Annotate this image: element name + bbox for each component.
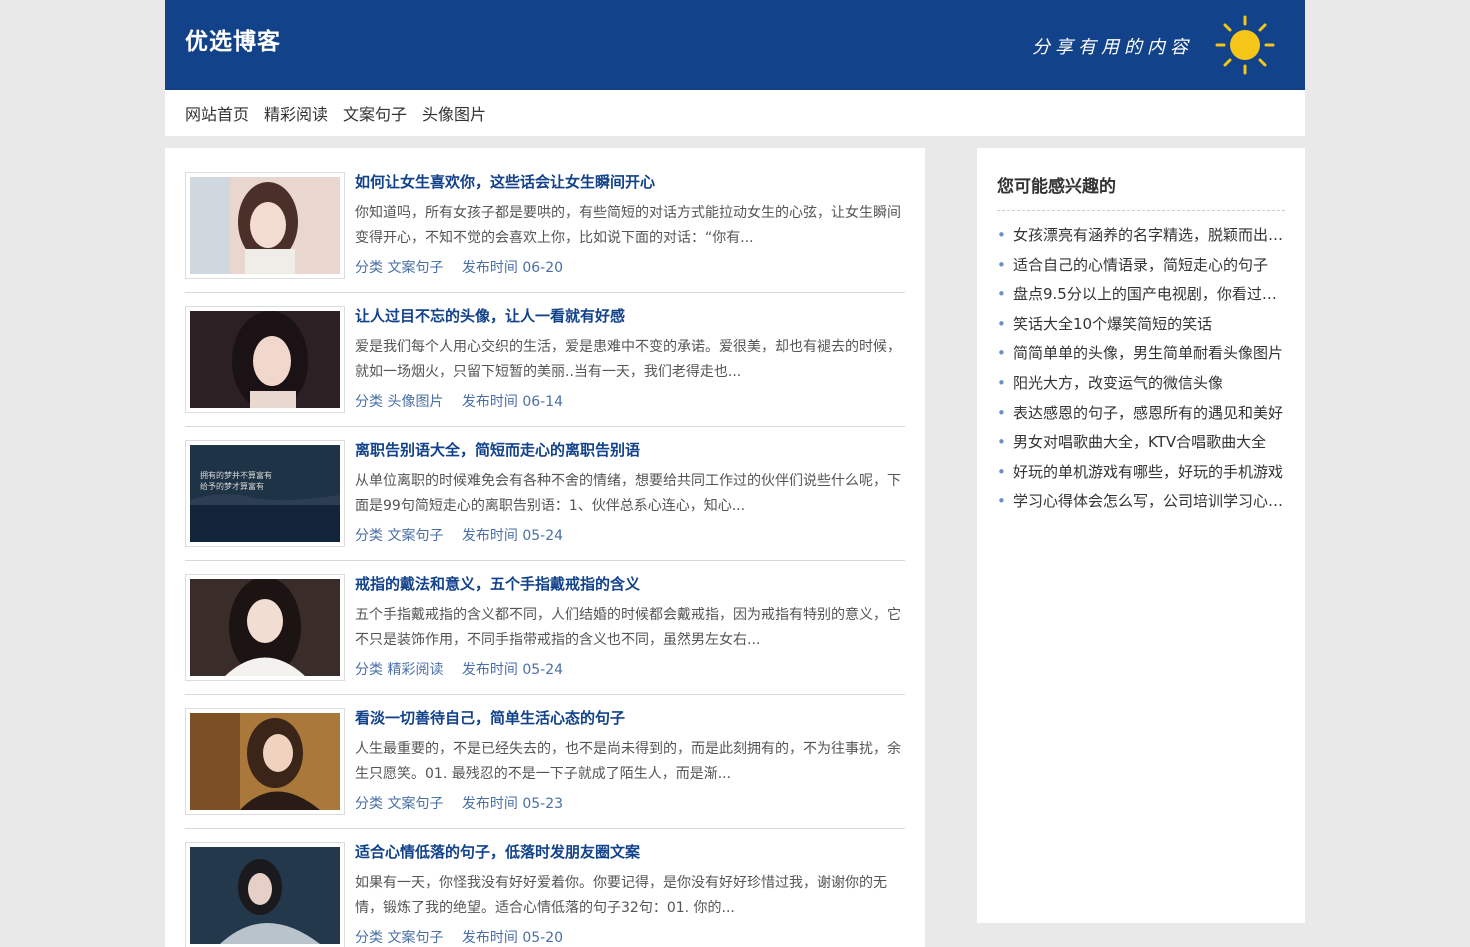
sun-icon [1215, 15, 1275, 75]
related-link[interactable]: 阳光大方，改变运气的微信头像 [1013, 374, 1223, 392]
related-item: 好玩的单机游戏有哪些，好玩的手机游戏 [997, 458, 1285, 488]
post-date: 发布时间 06-14 [461, 394, 564, 410]
related-link[interactable]: 好玩的单机游戏有哪些，好玩的手机游戏 [1013, 463, 1283, 481]
post-thumbnail[interactable] [185, 574, 345, 681]
sidebar: 您可能感兴趣的 女孩漂亮有涵养的名字精选，脱颖而出的女孩名字 适合自己的心情语录… [977, 148, 1305, 923]
post-excerpt: 如果有一天，你怪我没有好好爱着你。你要记得，是你没有好好珍惜过我，谢谢你的无情，… [355, 875, 887, 916]
site-slogan: 分享有用的内容 [1032, 37, 1193, 58]
portrait-image [190, 579, 340, 676]
post-thumbnail[interactable]: 拥有的梦并不算富有 给予的梦才算富有 [185, 440, 345, 547]
nav-avatars[interactable]: 头像图片 [422, 101, 486, 125]
site-header: 优选博客 分享有用的内容 [165, 0, 1305, 90]
related-link[interactable]: 适合自己的心情语录，简短走心的句子 [1013, 256, 1268, 274]
post-item: 看淡一切善待自己，简单生活心态的句子 人生最重要的，不是已经失去的，也不是尚未得… [185, 708, 905, 829]
post-title[interactable]: 看淡一切善待自己，简单生活心态的句子 [355, 709, 905, 727]
post-date: 发布时间 05-23 [461, 796, 564, 812]
nav-reading[interactable]: 精彩阅读 [264, 101, 328, 125]
post-thumbnail[interactable] [185, 842, 345, 947]
sidebar-title: 您可能感兴趣的 [997, 168, 1285, 211]
post-excerpt: 五个手指戴戒指的含义都不同，人们结婚的时候都会戴戒指，因为戒指有特别的意义，它不… [355, 607, 901, 648]
post-category[interactable]: 分类 文案句子 [355, 528, 443, 544]
related-item: 简简单单的头像，男生简单耐看头像图片 [997, 339, 1285, 369]
post-date: 发布时间 05-20 [461, 930, 564, 946]
post-category[interactable]: 分类 文案句子 [355, 260, 443, 276]
portrait-image [190, 847, 340, 944]
post-thumbnail[interactable] [185, 708, 345, 815]
post-date: 发布时间 06-20 [461, 260, 564, 276]
related-link[interactable]: 简简单单的头像，男生简单耐看头像图片 [1013, 344, 1283, 362]
nav-quotes[interactable]: 文案句子 [343, 101, 407, 125]
post-title[interactable]: 离职告别语大全，简短而走心的离职告别语 [355, 441, 905, 459]
related-item: 阳光大方，改变运气的微信头像 [997, 369, 1285, 399]
post-date: 发布时间 05-24 [461, 662, 564, 678]
portrait-image [190, 177, 340, 274]
post-item: 拥有的梦并不算富有 给予的梦才算富有 离职告别语大全，简短而走心的离职告别语 从… [185, 440, 905, 561]
nav-home[interactable]: 网站首页 [185, 101, 249, 125]
portrait-image [190, 311, 340, 408]
post-title[interactable]: 如何让女生喜欢你，这些话会让女生瞬间开心 [355, 173, 905, 191]
post-excerpt: 人生最重要的，不是已经失去的，也不是尚未得到的，而是此刻拥有的，不为往事扰，余生… [355, 741, 901, 782]
related-link[interactable]: 盘点9.5分以上的国产电视剧，你看过几部 [1013, 285, 1285, 303]
related-link[interactable]: 男女对唱歌曲大全，KTV合唱歌曲大全 [1013, 433, 1266, 451]
related-link[interactable]: 笑话大全10个爆笑简短的笑话 [1013, 315, 1212, 333]
post-date: 发布时间 05-24 [461, 528, 564, 544]
post-item: 如何让女生喜欢你，这些话会让女生瞬间开心 你知道吗，所有女孩子都是要哄的，有些简… [185, 172, 905, 293]
post-list: 如何让女生喜欢你，这些话会让女生瞬间开心 你知道吗，所有女孩子都是要哄的，有些简… [165, 148, 925, 947]
related-item: 学习心得体会怎么写，公司培训学习心得体会 [997, 487, 1285, 517]
post-item: 让人过目不忘的头像，让人一看就有好感 爱是我们每个人用心交织的生活，爱是患难中不… [185, 306, 905, 427]
thumb-caption-2: 给予的梦才算富有 [200, 481, 264, 491]
post-excerpt: 爱是我们每个人用心交织的生活，爱是患难中不变的承诺。爱很美，却也有褪去的时候，就… [355, 339, 901, 380]
post-item: 戒指的戴法和意义，五个手指戴戒指的含义 五个手指戴戒指的含义都不同，人们结婚的时… [185, 574, 905, 695]
main-nav: 网站首页 精彩阅读 文案句子 头像图片 [165, 90, 1305, 136]
post-category[interactable]: 分类 精彩阅读 [355, 662, 443, 678]
post-item: 适合心情低落的句子，低落时发朋友圈文案 如果有一天，你怪我没有好好爱着你。你要记… [185, 842, 905, 947]
night-sea-image: 拥有的梦并不算富有 给予的梦才算富有 [190, 445, 340, 542]
related-link[interactable]: 表达感恩的句子，感恩所有的遇见和美好 [1013, 404, 1283, 422]
portrait-image [190, 713, 340, 810]
post-title[interactable]: 让人过目不忘的头像，让人一看就有好感 [355, 307, 905, 325]
post-excerpt: 你知道吗，所有女孩子都是要哄的，有些简短的对话方式能拉动女生的心弦，让女生瞬间变… [355, 205, 901, 246]
related-list: 女孩漂亮有涵养的名字精选，脱颖而出的女孩名字 适合自己的心情语录，简短走心的句子… [997, 221, 1285, 517]
related-item: 表达感恩的句子，感恩所有的遇见和美好 [997, 399, 1285, 429]
related-item: 盘点9.5分以上的国产电视剧，你看过几部 [997, 280, 1285, 310]
thumb-caption-1: 拥有的梦并不算富有 [200, 470, 272, 480]
post-thumbnail[interactable] [185, 172, 345, 279]
related-link[interactable]: 女孩漂亮有涵养的名字精选，脱颖而出的女孩名字 [1013, 226, 1285, 244]
post-thumbnail[interactable] [185, 306, 345, 413]
related-item: 男女对唱歌曲大全，KTV合唱歌曲大全 [997, 428, 1285, 458]
related-link[interactable]: 学习心得体会怎么写，公司培训学习心得体会 [1013, 492, 1285, 510]
related-item: 女孩漂亮有涵养的名字精选，脱颖而出的女孩名字 [997, 221, 1285, 251]
post-title[interactable]: 戒指的戴法和意义，五个手指戴戒指的含义 [355, 575, 905, 593]
site-logo[interactable]: 优选博客 [185, 22, 281, 56]
post-category[interactable]: 分类 文案句子 [355, 796, 443, 812]
post-category[interactable]: 分类 头像图片 [355, 394, 443, 410]
post-excerpt: 从单位离职的时候难免会有各种不舍的情绪，想要给共同工作过的伙伴们说些什么呢，下面… [355, 473, 901, 514]
post-title[interactable]: 适合心情低落的句子，低落时发朋友圈文案 [355, 843, 905, 861]
related-item: 笑话大全10个爆笑简短的笑话 [997, 310, 1285, 340]
post-category[interactable]: 分类 文案句子 [355, 930, 443, 946]
related-item: 适合自己的心情语录，简短走心的句子 [997, 251, 1285, 281]
